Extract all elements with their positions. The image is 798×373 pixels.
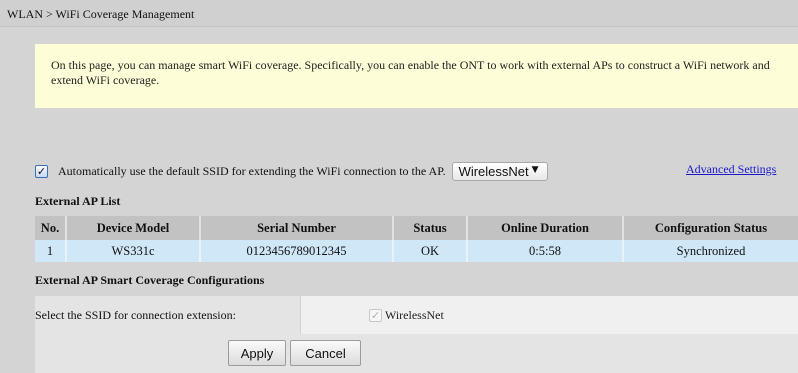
column-header-status: Status (393, 216, 468, 240)
auto-ssid-checkbox[interactable]: ✓ (35, 164, 48, 178)
ssid-select[interactable]: WirelessNet ▼ (451, 161, 548, 181)
cell-serial-number: 0123456789012345 (200, 240, 394, 262)
column-header-online-duration: Online Duration (467, 216, 624, 240)
external-ap-list-title: External AP List (35, 194, 121, 208)
button-bar: Apply Cancel (35, 334, 798, 373)
table-header-row: No. Device Model Serial Number Status On… (35, 216, 798, 240)
cell-device-model: WS331c (66, 240, 201, 262)
ssid-extension-label: Select the SSID for connection extension… (35, 296, 301, 334)
column-header-device-model: Device Model (66, 216, 201, 240)
page-description: On this page, you can manage smart WiFi … (35, 44, 798, 108)
table-row[interactable]: 1 WS331c 0123456789012345 OK 0:5:58 Sync… (35, 240, 798, 262)
auto-ssid-label: Automatically use the default SSID for e… (58, 163, 446, 178)
cell-status: OK (393, 240, 468, 262)
column-header-configuration-status: Configuration Status (623, 216, 798, 240)
checkmark-icon: ✓ (36, 164, 47, 178)
cancel-button[interactable]: Cancel (290, 340, 361, 366)
ssid-extension-value: ✓ WirelessNet (301, 296, 798, 334)
column-header-serial-number: Serial Number (200, 216, 394, 240)
cell-configuration-status: Synchronized (623, 240, 798, 262)
auto-ssid-row: ✓ Automatically use the default SSID for… (35, 159, 798, 183)
ssid-extension-option-label: WirelessNet (385, 307, 444, 322)
apply-button[interactable]: Apply (228, 340, 286, 366)
breadcrumb: WLAN > WiFi Coverage Management (0, 0, 798, 27)
chevron-down-icon: ▼ (531, 164, 539, 175)
cell-online-duration: 0:5:58 (467, 240, 624, 262)
checkmark-icon: ✓ (370, 308, 381, 322)
ssid-extension-checkbox[interactable]: ✓ (369, 308, 382, 322)
external-ap-table: No. Device Model Serial Number Status On… (35, 216, 798, 262)
advanced-settings-link[interactable]: Advanced Settings (686, 162, 776, 177)
ssid-extension-row: Select the SSID for connection extension… (35, 296, 798, 334)
smart-coverage-title: External AP Smart Coverage Configuration… (35, 273, 265, 287)
column-header-no: No. (35, 216, 67, 240)
cell-no: 1 (35, 240, 67, 262)
ssid-select-value: WirelessNet (458, 163, 529, 179)
